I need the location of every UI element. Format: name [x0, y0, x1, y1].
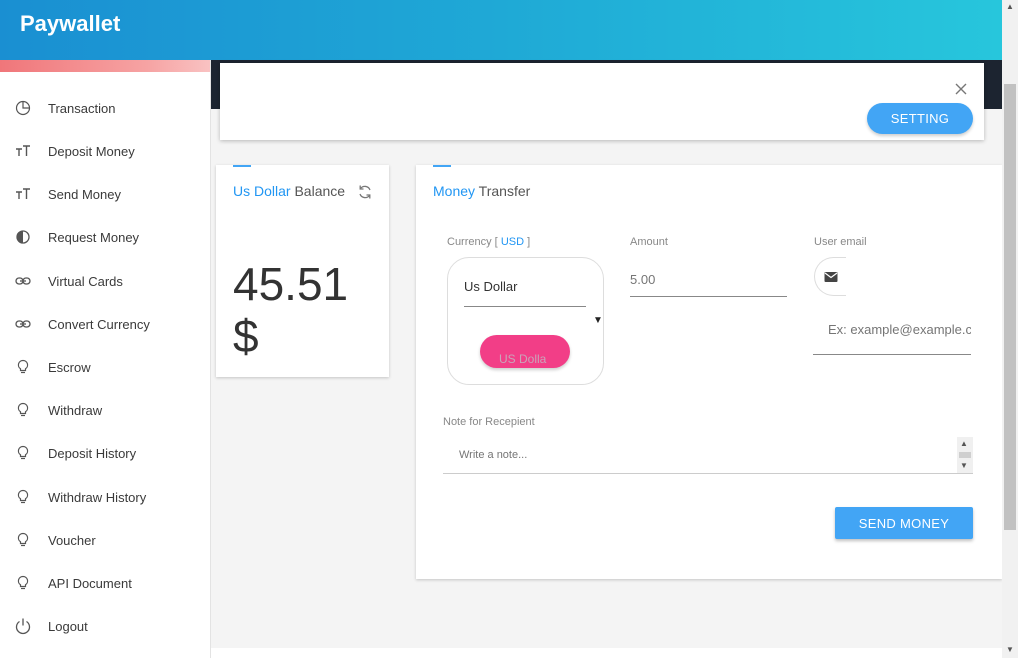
- chevron-down-icon[interactable]: ▼: [593, 315, 603, 326]
- balance-title: Us Dollar Balance: [233, 183, 345, 199]
- sidebar-item-withdraw[interactable]: Withdraw: [0, 392, 211, 428]
- sidebar-item-label: Deposit Money: [48, 143, 135, 159]
- balance-title-rest: Balance: [294, 183, 346, 199]
- sidebar-item-label: Voucher: [48, 532, 96, 548]
- app-header: Paywallet: [0, 0, 1002, 60]
- currency-label-text: Currency [: [447, 236, 498, 248]
- sidebar-item-label: API Document: [48, 575, 132, 591]
- sidebar-item-deposit-history[interactable]: Deposit History: [0, 435, 211, 471]
- scroll-down-icon[interactable]: ▼: [960, 461, 968, 470]
- balance-currency-symbol: $: [233, 310, 259, 362]
- scroll-up-icon[interactable]: ▲: [960, 439, 968, 448]
- sidebar-item-convert-currency[interactable]: Convert Currency: [0, 306, 211, 342]
- brand-logo[interactable]: Paywallet: [20, 11, 120, 37]
- currency-option-text: US Dolla: [499, 352, 547, 366]
- sidebar-item-label: Withdraw History: [48, 489, 147, 505]
- sidebar-item-deposit-money[interactable]: Deposit Money: [0, 133, 211, 169]
- note-textarea[interactable]: [443, 437, 973, 474]
- note-label: Note for Recepient: [443, 416, 535, 428]
- transfer-title-accent: Money: [433, 183, 476, 199]
- text-size-icon: [14, 185, 32, 203]
- pie-chart-icon: [14, 99, 32, 117]
- sidebar-item-send-money[interactable]: Send Money: [0, 176, 211, 212]
- currency-label-end: ]: [527, 236, 531, 248]
- sidebar-item-label: Virtual Cards: [48, 273, 123, 289]
- sidebar-accent-bar: [0, 60, 210, 72]
- currency-dropdown-panel: Us Dollar US Dolla: [447, 257, 604, 385]
- sidebar-item-escrow[interactable]: Escrow: [0, 349, 211, 385]
- balance-title-accent: Us Dollar: [233, 183, 291, 199]
- lightbulb-icon: [14, 531, 32, 549]
- mail-icon[interactable]: [814, 257, 846, 296]
- setting-button[interactable]: SETTING: [867, 103, 973, 134]
- link-icon: [14, 272, 32, 290]
- sidebar-item-transaction[interactable]: Transaction: [0, 90, 211, 126]
- sidebar-item-label: Send Money: [48, 186, 121, 202]
- refresh-icon[interactable]: [357, 184, 373, 200]
- balance-card: Us Dollar Balance 45.51 $: [216, 165, 389, 377]
- sidebar: Transaction Deposit Money Send Money Req…: [0, 60, 211, 658]
- sidebar-item-label: Convert Currency: [48, 316, 150, 332]
- page-scrollbar[interactable]: ▲ ▼: [1002, 0, 1018, 658]
- lightbulb-icon: [14, 444, 32, 462]
- sidebar-item-label: Logout: [48, 618, 88, 634]
- sidebar-item-logout[interactable]: Logout: [0, 608, 211, 644]
- power-icon: [14, 617, 32, 635]
- sidebar-item-label: Transaction: [48, 100, 116, 116]
- amount-label: Amount: [630, 236, 668, 248]
- sidebar-item-label: Request Money: [48, 229, 140, 245]
- sidebar-item-label: Escrow: [48, 359, 91, 375]
- currency-label: Currency [ USD ]: [447, 236, 530, 248]
- lightbulb-icon: [14, 401, 32, 419]
- email-input[interactable]: [813, 305, 971, 355]
- sidebar-item-request-money[interactable]: Request Money: [0, 219, 211, 255]
- text-size-icon: [14, 142, 32, 160]
- link-icon: [14, 315, 32, 333]
- scroll-down-icon[interactable]: ▼: [1006, 645, 1014, 654]
- lightbulb-icon: [14, 488, 32, 506]
- amount-input[interactable]: [630, 263, 787, 297]
- close-icon[interactable]: [952, 80, 970, 98]
- lightbulb-icon: [14, 358, 32, 376]
- email-label: User email: [814, 236, 867, 248]
- sidebar-item-label: Deposit History: [48, 445, 137, 461]
- contrast-icon: [14, 228, 32, 246]
- scroll-up-icon[interactable]: ▲: [1006, 2, 1014, 11]
- sidebar-item-api-document[interactable]: API Document: [0, 565, 211, 601]
- lightbulb-icon: [14, 574, 32, 592]
- scroll-thumb[interactable]: [959, 452, 971, 458]
- note-scrollbar[interactable]: ▲ ▼: [957, 437, 973, 473]
- setting-panel: SETTING: [220, 63, 984, 140]
- balance-amount: 45.51 $: [233, 258, 383, 362]
- sidebar-item-label: Withdraw: [48, 402, 103, 418]
- currency-option-pill[interactable]: US Dolla: [480, 335, 570, 368]
- send-money-button[interactable]: SEND MONEY: [835, 507, 973, 539]
- card-tab-marker: [433, 165, 451, 167]
- currency-select[interactable]: Us Dollar: [464, 278, 586, 307]
- transfer-title: Money Transfer: [433, 183, 530, 199]
- money-transfer-card: Money Transfer Currency [ USD ] Us Dolla…: [416, 165, 1002, 579]
- bottom-strip: [211, 648, 1002, 658]
- sidebar-item-voucher[interactable]: Voucher: [0, 522, 211, 558]
- card-tab-marker: [233, 165, 251, 167]
- currency-selected-value: Us Dollar: [464, 279, 518, 294]
- sidebar-item-virtual-cards[interactable]: Virtual Cards: [0, 263, 211, 299]
- currency-code: USD: [500, 236, 525, 248]
- balance-number: 45.51: [233, 258, 349, 310]
- sidebar-item-withdraw-history[interactable]: Withdraw History: [0, 479, 211, 515]
- page-scroll-thumb[interactable]: [1004, 84, 1016, 530]
- transfer-title-rest: Transfer: [478, 183, 531, 199]
